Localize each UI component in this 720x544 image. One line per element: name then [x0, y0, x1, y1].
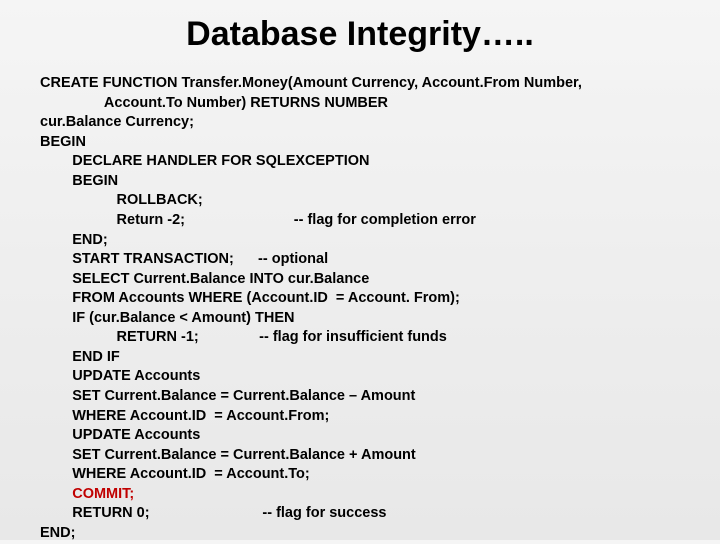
code-line: IF (cur.Balance < Amount) THEN: [40, 310, 294, 326]
code-line: SELECT Current.Balance INTO cur.Balance: [40, 271, 369, 287]
slide-title: Database Integrity…..: [40, 15, 680, 54]
code-line: CREATE FUNCTION Transfer.Money(Amount Cu…: [40, 75, 582, 91]
code-line: DECLARE HANDLER FOR SQLEXCEPTION: [40, 153, 370, 169]
code-line: RETURN 0;: [40, 505, 150, 521]
code-comment: -- optional: [258, 251, 328, 267]
code-line: END IF: [40, 349, 120, 365]
code-line: SET Current.Balance = Current.Balance – …: [40, 388, 415, 404]
code-line: cur.Balance Currency;: [40, 114, 194, 130]
code-line: BEGIN: [40, 173, 118, 189]
code-line: END;: [40, 525, 75, 541]
code-line: RETURN -1;: [40, 329, 199, 345]
code-line: START TRANSACTION;: [40, 251, 234, 267]
code-comment: -- flag for completion error: [294, 212, 476, 228]
code-line: UPDATE Accounts: [40, 368, 200, 384]
code-line: FROM Accounts WHERE (Account.ID = Accoun…: [40, 290, 460, 306]
code-line: ROLLBACK;: [40, 192, 203, 208]
code-block: CREATE FUNCTION Transfer.Money(Amount Cu…: [40, 74, 680, 544]
code-line: Account.To Number) RETURNS NUMBER: [40, 95, 388, 111]
code-line: END;: [40, 232, 108, 248]
code-commit: COMMIT;: [40, 486, 134, 502]
code-line: SET Current.Balance = Current.Balance + …: [40, 447, 416, 463]
code-line: UPDATE Accounts: [40, 427, 200, 443]
code-line: Return -2;: [40, 212, 185, 228]
code-line: WHERE Account.ID = Account.To;: [40, 466, 310, 482]
slide: Database Integrity….. CREATE FUNCTION Tr…: [0, 0, 720, 540]
code-comment: -- flag for success: [262, 505, 386, 521]
code-line: WHERE Account.ID = Account.From;: [40, 408, 329, 424]
code-comment: -- flag for insufficient funds: [259, 329, 447, 345]
code-line: BEGIN: [40, 134, 86, 150]
